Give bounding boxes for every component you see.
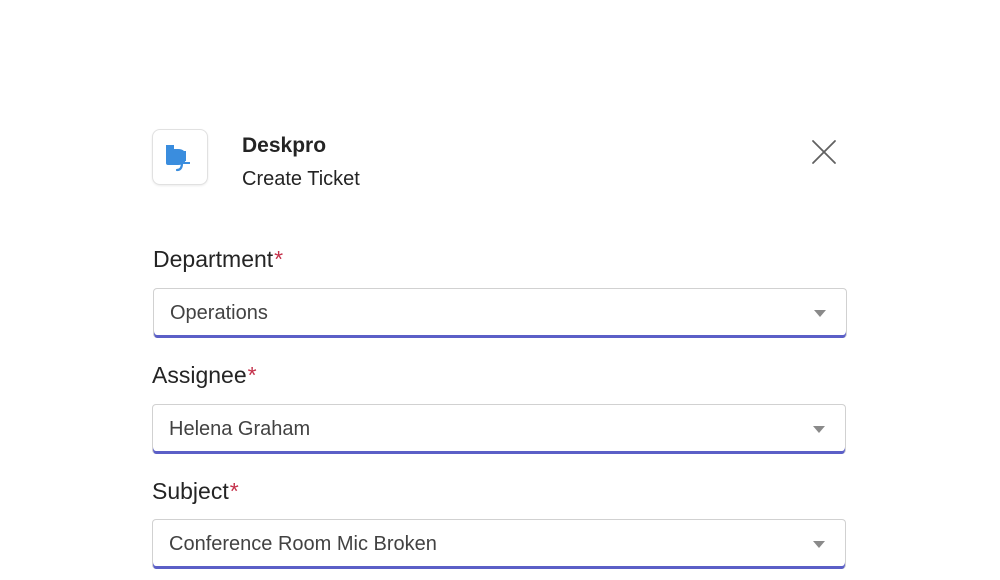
assignee-label-text: Assignee: [152, 362, 247, 388]
dialog-subtitle: Create Ticket: [242, 168, 360, 190]
assignee-label: Assignee*: [152, 362, 257, 389]
deskpro-logo-icon: [152, 129, 208, 185]
chevron-down-icon[interactable]: [813, 541, 825, 548]
department-label: Department*: [153, 246, 283, 273]
close-icon[interactable]: [811, 139, 837, 165]
department-value: Operations: [170, 302, 268, 324]
close-button[interactable]: [808, 136, 840, 168]
create-ticket-dialog: Deskpro Create Ticket Department* Operat…: [0, 0, 1000, 580]
subject-label-text: Subject: [152, 478, 229, 504]
subject-select[interactable]: Conference Room Mic Broken: [152, 519, 846, 569]
required-marker: *: [247, 362, 257, 388]
department-select[interactable]: Operations: [153, 288, 847, 338]
required-marker: *: [229, 478, 239, 504]
subject-label: Subject*: [152, 478, 239, 505]
subject-value: Conference Room Mic Broken: [169, 533, 437, 555]
app-name: Deskpro: [242, 134, 327, 157]
chevron-down-icon[interactable]: [813, 426, 825, 433]
chevron-down-icon[interactable]: [814, 310, 826, 317]
assignee-select[interactable]: Helena Graham: [152, 404, 846, 454]
app-header: Deskpro Create Ticket: [152, 129, 852, 190]
assignee-value: Helena Graham: [169, 418, 311, 440]
required-marker: *: [274, 246, 284, 272]
department-label-text: Department: [153, 246, 274, 272]
